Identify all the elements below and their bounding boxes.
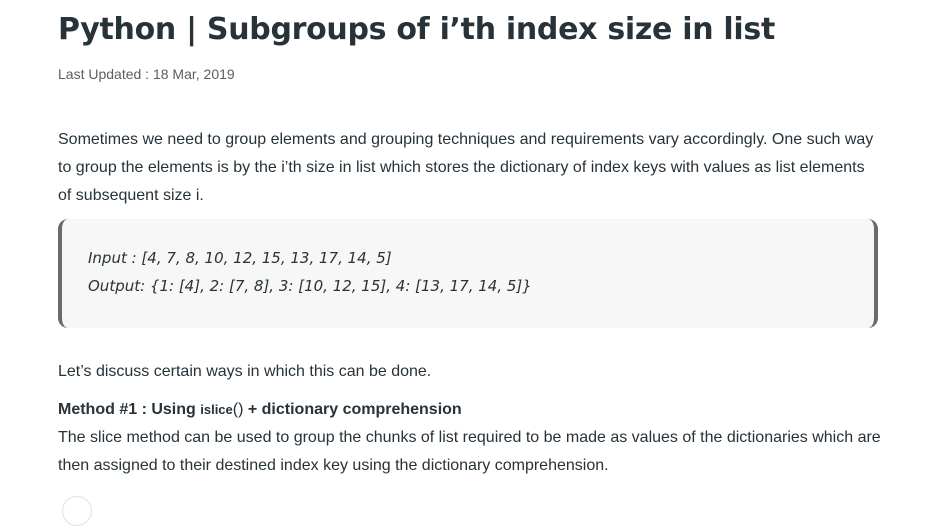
example-output: Output: {1: [4], 2: [7, 8], 3: [10, 12, … — [88, 277, 532, 295]
discuss-paragraph: Let’s discuss certain ways in which this… — [58, 363, 432, 380]
method-heading: Method #1 : Using islice() + dictionary … — [58, 397, 462, 423]
circle-button[interactable] — [62, 496, 92, 526]
intro-paragraph: Sometimes we need to group elements and … — [58, 131, 874, 204]
method-description: The slice method can be used to group th… — [58, 429, 881, 474]
method-suffix: + dictionary comprehension — [243, 401, 462, 418]
page-title: Python | Subgroups of i’th index size in… — [58, 12, 775, 47]
method-function: islice — [200, 402, 233, 417]
example-input: Input : [4, 7, 8, 10, 12, 15, 13, 17, 14… — [88, 249, 392, 267]
last-updated: Last Updated : 18 Mar, 2019 — [58, 66, 235, 82]
method-paren: () — [232, 401, 244, 418]
method-prefix: Method #1 : Using — [58, 401, 201, 418]
example-block: Input : [4, 7, 8, 10, 12, 15, 13, 17, 14… — [58, 219, 878, 328]
